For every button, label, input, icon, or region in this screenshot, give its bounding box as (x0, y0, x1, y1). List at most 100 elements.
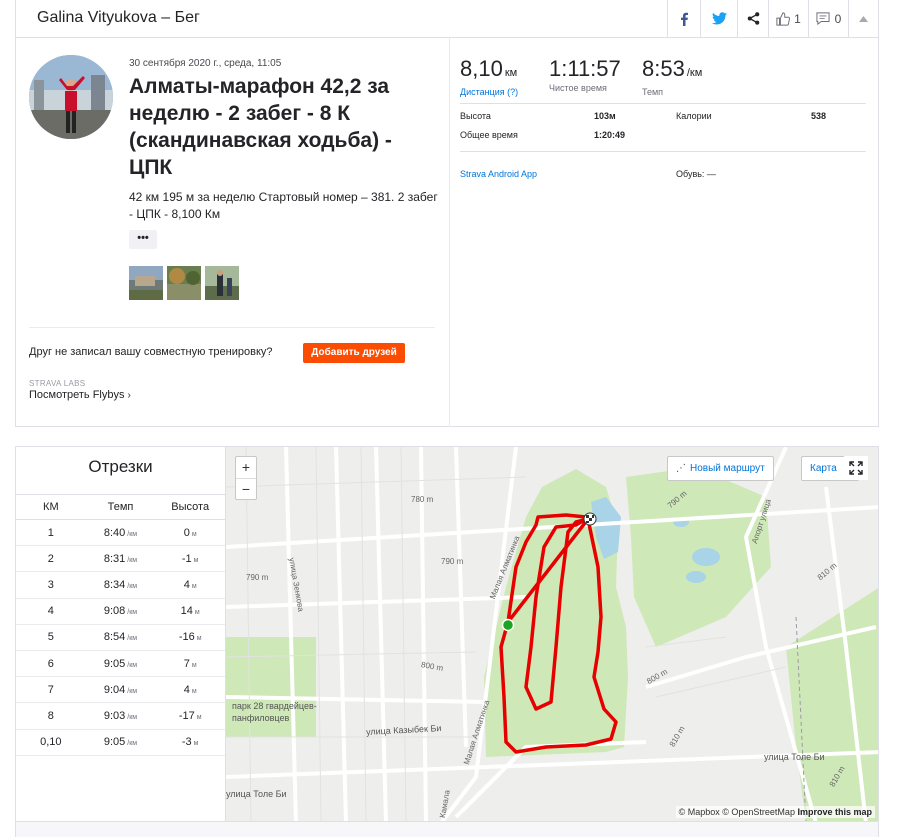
split-pace-unit: /км (127, 530, 138, 538)
activity-summary: 30 сентября 2020 г., среда, 11:05 Алматы… (15, 38, 879, 427)
split-pace-unit: /км (127, 556, 138, 564)
bottom-strip (15, 822, 879, 837)
activity-date: 30 сентября 2020 г., среда, 11:05 (129, 58, 282, 69)
divider (460, 151, 866, 152)
route-map[interactable]: 780 m 790 m 790 m 790 m 800 m 800 m 810 … (225, 446, 879, 822)
split-pace: 8:54/км (86, 631, 156, 643)
col-pace-header: Темп (107, 501, 134, 513)
split-pace-value: 8:40 (103, 526, 126, 539)
split-elev: -3 м (155, 736, 225, 748)
map-canvas[interactable] (226, 447, 879, 822)
split-elev: 0м (155, 527, 225, 539)
split-pace: 9:08/км (86, 605, 156, 617)
moving-time-label: Чистое время (549, 83, 607, 93)
split-pace: 9:05/км (86, 658, 156, 670)
split-pace-unit: /км (127, 635, 138, 643)
split-elev-unit: м (193, 556, 199, 564)
split-elev-unit: м (196, 635, 202, 643)
calories-label: Калории (676, 111, 712, 121)
split-elev: -16 м (155, 631, 225, 643)
split-elev: -17 м (155, 710, 225, 722)
split-pace-value: 9:05 (103, 657, 126, 670)
activity-description: 42 км 195 м за неделю Стартовый номер – … (129, 190, 438, 221)
route-icon: ⋰ (676, 463, 686, 474)
split-km: 1 (47, 526, 54, 539)
map-type-label: Карта (810, 463, 837, 474)
split-elev-value: -17 (178, 709, 195, 722)
device-link[interactable]: Strava Android App (460, 169, 537, 179)
divider (460, 103, 866, 104)
table-row: 8 9:03/км -17 м (16, 703, 225, 730)
split-elev-unit: м (191, 687, 197, 695)
split-pace: 9:05/км (86, 736, 156, 748)
water-body (686, 571, 706, 583)
elevation-label: Высота (460, 111, 491, 121)
split-pace: 8:40/км (86, 527, 156, 539)
pace-unit: /км (686, 67, 703, 79)
pace-value: 8:53 (642, 56, 685, 81)
split-elev-value: -16 (178, 631, 195, 644)
kudos-button[interactable]: 1 (768, 0, 808, 37)
split-elev-unit: м (196, 713, 202, 721)
split-pace-unit: /км (127, 713, 138, 721)
distance-label-link[interactable]: Дистанция (?) (460, 87, 522, 97)
facebook-icon (681, 12, 688, 26)
twitter-share-button[interactable] (700, 0, 737, 37)
photo-thumbnail[interactable] (167, 266, 201, 300)
athlete-avatar[interactable] (29, 55, 113, 139)
new-route-button[interactable]: ⋰ Новый маршрут (667, 456, 774, 481)
park-label: панфиловцев (232, 713, 290, 723)
split-elev-value: 0 (183, 526, 190, 539)
improve-map-link[interactable]: Improve this map (797, 807, 872, 817)
stat-moving-time: 1:11:57 Чистое время (549, 56, 621, 97)
pace-label: Темп (642, 87, 664, 97)
split-elev-unit: м (191, 661, 197, 669)
split-elev: 4м (155, 579, 225, 591)
avatar-photo (29, 55, 113, 139)
split-elev-unit: м (194, 609, 200, 617)
photo-thumbnail[interactable] (205, 266, 239, 300)
split-elev: 4м (155, 684, 225, 696)
share-button[interactable] (737, 0, 768, 37)
split-pace-unit: /км (127, 740, 138, 748)
more-button[interactable]: ••• (129, 230, 157, 249)
zoom-out-button[interactable]: − (236, 478, 256, 499)
split-pace: 8:34/км (86, 579, 156, 591)
activity-photos (129, 266, 239, 300)
split-pace-value: 8:31 (103, 552, 126, 565)
page-title: Galina Vityukova – Бег (37, 9, 200, 26)
moving-time-value: 1:11:57 (549, 56, 621, 81)
add-friends-button[interactable]: Добавить друзей (303, 343, 405, 363)
facebook-share-button[interactable] (667, 0, 700, 37)
split-elev-value: -3 (181, 736, 192, 749)
split-pace: 9:04/км (86, 684, 156, 696)
zoom-controls: + − (235, 456, 257, 500)
flybys-link[interactable]: Посмотреть Flybys › (29, 389, 131, 401)
activity-header: Galina Vityukova – Бег 1 0 (15, 0, 879, 38)
split-elev: 7м (155, 658, 225, 670)
split-elev-value: 4 (183, 578, 190, 591)
split-km: 2 (47, 552, 54, 565)
distance-value: 8,10 (460, 56, 503, 81)
split-pace-value: 9:05 (103, 736, 126, 749)
kudos-count: 1 (794, 11, 801, 26)
attribution-text[interactable]: © Mapbox © OpenStreetMap (679, 807, 795, 817)
zoom-in-button[interactable]: + (236, 457, 256, 478)
thumbs-up-icon (776, 11, 791, 26)
split-km: 8 (47, 709, 54, 722)
split-km: 3 (47, 578, 54, 591)
collapse-button[interactable] (848, 0, 878, 37)
comments-button[interactable]: 0 (808, 0, 848, 37)
column-divider (449, 38, 450, 427)
col-elev-header: Высота (171, 501, 210, 513)
fullscreen-button[interactable] (844, 456, 868, 480)
split-elev: -1 м (155, 553, 225, 565)
split-elev-unit: м (191, 582, 197, 590)
table-row: 4 9:08/км 14 м (16, 599, 225, 625)
stat-pace: 8:53/км Темп (642, 56, 732, 97)
new-route-label: Новый маршрут (690, 463, 765, 474)
split-elev-value: 7 (183, 657, 190, 670)
divider (29, 327, 435, 328)
elevation-value: 103м (594, 111, 616, 121)
photo-thumbnail[interactable] (129, 266, 163, 300)
